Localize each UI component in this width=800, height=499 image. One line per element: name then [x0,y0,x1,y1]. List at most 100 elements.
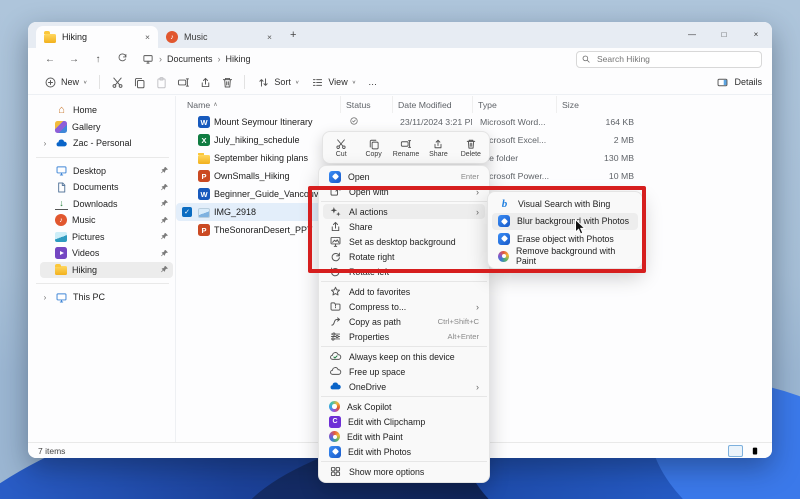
context-menu-item[interactable]: Set as desktop background [323,234,485,249]
context-menu-item[interactable]: Add to favorites [323,284,485,299]
toolbar-edit-button[interactable] [128,76,150,89]
breadcrumb-item[interactable]: Documents [167,54,213,64]
menu-item-label: OneDrive [349,382,386,392]
pin-icon [160,232,169,241]
pin-icon [160,166,169,175]
new-icon [44,76,57,89]
breadcrumb-item[interactable]: Hiking [226,54,251,64]
new-tab-button[interactable]: + [290,29,296,41]
column-header[interactable]: Size ∧ [556,96,642,113]
menu-item-icon [329,365,342,378]
context-menu-item[interactable]: Rotate right [323,249,485,264]
menu-item-label: Add to favorites [349,287,410,297]
refresh-button[interactable] [110,52,134,66]
context-menu-item[interactable]: Open with [323,184,485,199]
sidebar-item[interactable]: › Music [40,212,173,229]
pin-icon [160,216,169,225]
row-checkbox[interactable] [182,207,192,217]
toolbar-edit-icon [177,76,190,89]
column-header[interactable]: Type ∧ [472,96,556,113]
context-menu-item[interactable]: Open Enter [323,169,485,184]
sidebar-item[interactable]: › Zac - Personal [40,135,173,152]
menu-item-icon [329,315,342,328]
context-menu-item[interactable]: Rotate left [323,264,485,279]
context-menu-item[interactable]: Copy as path Ctrl+Shift+C [323,314,485,329]
tab-close-icon[interactable]: × [267,32,272,42]
column-header[interactable]: Status ∧ [340,96,392,113]
menu-item-icon [329,300,342,313]
toolbar-edit-button[interactable] [216,76,238,89]
minimize-button[interactable]: — [676,22,708,46]
view-button[interactable]: View ∨ [305,76,362,89]
context-menu-item[interactable]: Free up space [323,364,485,379]
column-header[interactable]: Date Modified ∧ [392,96,472,113]
sidebar-item[interactable]: › Documents [40,179,173,196]
context-menu-item[interactable]: Edit with Paint [323,429,485,444]
sidebar-item[interactable]: › Hiking [40,262,173,279]
expand-chevron-icon[interactable]: › [44,293,47,302]
search-input[interactable] [576,51,762,68]
close-button[interactable]: × [740,22,772,46]
more-options-button[interactable]: … [362,77,383,87]
new-button[interactable]: New ∨ [38,76,93,89]
context-menu-item[interactable]: Edit with Photos [323,444,485,459]
toolbar-edit-button[interactable] [172,76,194,89]
file-row[interactable]: Mount Seymour Itinerary 23/11/2024 3:21 … [176,113,642,131]
file-name: IMG_2918 [214,207,256,217]
column-header[interactable]: Name ∧ [182,96,340,113]
ai-submenu-item[interactable]: Remove background with Paint [492,248,638,266]
large-thumbnails-toggle[interactable] [747,445,762,457]
explorer-tab[interactable]: Music × [158,26,280,48]
context-menu-item[interactable]: Show more options [323,464,485,479]
context-menu-item[interactable]: Share [323,219,485,234]
file-type-icon [198,208,210,218]
expand-chevron-icon[interactable]: › [44,139,47,148]
context-menu-item[interactable]: Always keep on this device [323,349,485,364]
toolbar-edit-button[interactable] [106,76,128,89]
maximize-button[interactable]: □ [708,22,740,46]
ai-submenu-item[interactable]: Erase object with Photos [492,230,638,248]
sidebar-item[interactable]: › Pictures [40,229,173,246]
submenu-arrow-icon [476,187,479,197]
sort-button[interactable]: Sort ∨ [251,76,305,89]
details-view-toggle[interactable] [728,445,743,457]
ai-submenu-item[interactable]: Blur background with Photos [492,213,638,231]
tab-close-icon[interactable]: × [145,32,150,42]
sidebar-item[interactable]: › This PC [40,289,173,306]
ai-submenu-item-icon [498,233,510,245]
ai-submenu-item-icon [498,251,509,262]
menu-item-icon [329,171,341,183]
ai-submenu-item[interactable]: Visual Search with Bing [492,195,638,213]
sidebar-item[interactable]: › Home [40,102,173,119]
details-pane-button[interactable]: Details [716,76,762,89]
up-button[interactable]: ↑ [86,54,110,65]
back-button[interactable]: ← [38,54,62,65]
context-menu-item[interactable]: Compress to... [323,299,485,314]
context-menu-item[interactable]: Ask Copilot [323,399,485,414]
menu-item-label: Free up space [349,367,405,377]
explorer-tab[interactable]: Hiking × [36,26,158,48]
quick-action-button[interactable]: Cut [325,135,357,160]
menu-item-icon [329,185,342,198]
sidebar-item[interactable]: › Desktop [40,163,173,180]
sidebar-item[interactable]: › Downloads [40,196,173,213]
quick-action-button[interactable]: Share [422,135,454,160]
sidebar-item[interactable]: › Gallery [40,119,173,136]
context-menu-item[interactable]: Properties Alt+Enter [323,329,485,344]
forward-button[interactable]: → [62,54,86,65]
context-menu-item[interactable]: AI actions [323,204,485,219]
quick-action-bar: Cut Copy Rename Share Delete [322,131,490,164]
sidebar-item[interactable]: › Videos [40,245,173,262]
sidebar-item-icon [55,181,68,194]
context-menu: Open Enter Open with AI actions [318,165,490,483]
quick-action-button[interactable]: Rename [390,135,422,160]
context-menu-item[interactable]: Edit with Clipchamp [323,414,485,429]
file-type-icon [198,224,210,236]
context-menu-item[interactable]: OneDrive [323,379,485,394]
toolbar-edit-button[interactable] [150,76,172,89]
sidebar-item-label: Pictures [72,232,105,242]
toolbar-edit-button[interactable] [194,76,216,89]
menu-item-label: Edit with Paint [347,432,403,442]
quick-action-button[interactable]: Copy [357,135,389,160]
quick-action-button[interactable]: Delete [455,135,487,160]
